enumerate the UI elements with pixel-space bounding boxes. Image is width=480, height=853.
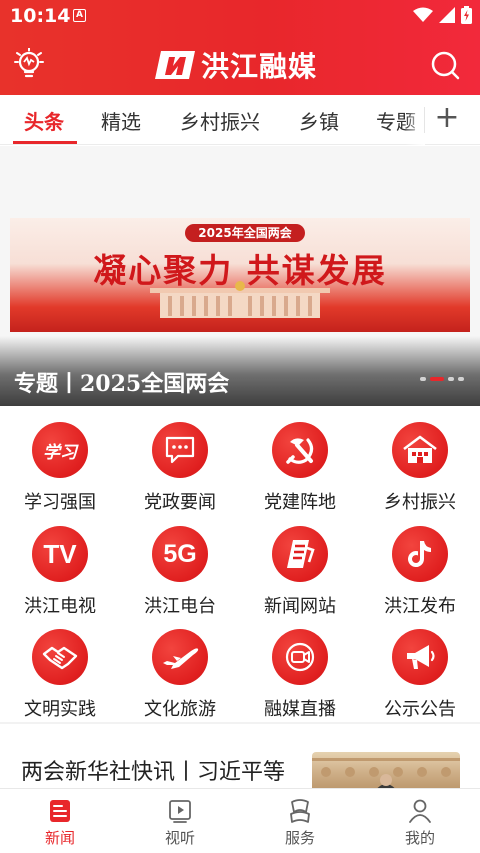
bottom-navigation: 新闻 视听 服务 我的: [0, 788, 480, 853]
nav-profile[interactable]: 我的: [360, 789, 480, 853]
nav-audio-video[interactable]: 视听: [120, 789, 240, 853]
feature-grid: 学习 学习强国 党政要闻 党建阵地 乡村振兴 TV 洪江电视 5G 洪江电台 新…: [0, 410, 480, 720]
nav-news[interactable]: 新闻: [0, 789, 120, 853]
status-time: 10:14: [10, 5, 71, 27]
carousel-dot: [458, 377, 464, 381]
chat-bubble-icon: [152, 422, 208, 478]
grid-label: 学习强国: [24, 492, 96, 513]
great-hall-illustration: [150, 281, 330, 318]
website-icon: [272, 526, 328, 582]
news-list-item[interactable]: 两会新华社快讯丨习近平等: [0, 724, 480, 788]
airplane-icon: [152, 629, 208, 685]
grid-label: 融媒直播: [264, 699, 336, 720]
app-bar: 洪江融媒: [0, 36, 480, 94]
battery-icon: [461, 6, 472, 24]
profile-icon: [409, 799, 431, 823]
grid-item-party-news[interactable]: 党政要闻: [120, 410, 240, 513]
banner-carousel[interactable]: 2025年全国两会 凝心聚力 共谋发展 专题丨2025全国两会: [0, 146, 480, 406]
grid-item-public-notice[interactable]: 公示公告: [360, 617, 480, 720]
grid-item-hongjiang-release[interactable]: 洪江发布: [360, 514, 480, 617]
grid-item-news-website[interactable]: 新闻网站: [240, 514, 360, 617]
lightbulb-icon: [14, 47, 44, 78]
banner-image: 2025年全国两会 凝心聚力 共谋发展: [10, 218, 470, 332]
house-icon: [392, 422, 448, 478]
grid-item-party-building[interactable]: 党建阵地: [240, 410, 360, 513]
grid-label: 文化旅游: [144, 699, 216, 720]
nav-label: 我的: [404, 829, 435, 847]
grid-label: 洪江发布: [384, 596, 456, 617]
5g-radio-icon: 5G: [152, 526, 208, 582]
grid-label: 洪江电视: [24, 596, 96, 617]
carousel-dot-active: [430, 377, 444, 381]
status-bar: 10:14 A: [0, 0, 480, 32]
app-logo-icon: [155, 51, 195, 79]
grid-label: 洪江电台: [144, 596, 216, 617]
grid-item-civilization-practice[interactable]: 文明实践: [0, 617, 120, 720]
grid-label: 乡村振兴: [384, 492, 456, 513]
video-play-icon: [169, 800, 191, 823]
search-button[interactable]: [430, 50, 460, 80]
carousel-dot: [448, 377, 454, 381]
grid-item-hongjiang-tv[interactable]: TV 洪江电视: [0, 514, 120, 617]
grid-item-xuexi[interactable]: 学习 学习强国: [0, 410, 120, 513]
grid-item-culture-tourism[interactable]: 文化旅游: [120, 617, 240, 720]
tabs-fade: [405, 95, 425, 145]
notification-a-icon: A: [73, 9, 86, 22]
video-camera-icon: [272, 629, 328, 685]
category-tabs: 头条 精选 乡村振兴 乡镇 专题 +: [0, 95, 480, 145]
grid-item-rural[interactable]: 乡村振兴: [360, 410, 480, 513]
megaphone-icon: [392, 629, 448, 685]
5g-icon-glyph: 5G: [163, 539, 197, 568]
app-title: 洪江融媒: [201, 50, 318, 83]
handshake-icon: [32, 629, 88, 685]
service-icon: [290, 799, 310, 823]
tab-towns[interactable]: 乡镇: [299, 106, 339, 135]
tv-icon: TV: [32, 526, 88, 582]
grid-label: 新闻网站: [264, 596, 336, 617]
tab-headlines[interactable]: 头条: [24, 106, 64, 135]
nav-label: 新闻: [44, 829, 75, 847]
signal-icon: [439, 7, 455, 23]
nav-label: 视听: [164, 829, 195, 847]
grid-item-hongjiang-radio[interactable]: 5G 洪江电台: [120, 514, 240, 617]
grid-label: 文明实践: [24, 699, 96, 720]
carousel-dot: [420, 377, 426, 381]
add-tab-button[interactable]: +: [434, 103, 460, 133]
tabs-divider: [424, 107, 425, 133]
lightbulb-button[interactable]: [13, 47, 45, 82]
nav-label: 服务: [284, 829, 315, 847]
grid-item-live-stream[interactable]: 融媒直播: [240, 617, 360, 720]
tab-rural-revitalization[interactable]: 乡村振兴: [180, 106, 260, 135]
tv-icon-glyph: TV: [43, 538, 77, 569]
grid-label: 公示公告: [384, 699, 456, 720]
xuexi-icon-glyph: 学习: [43, 442, 77, 463]
news-thumbnail-image: [312, 758, 460, 788]
news-title: 两会新华社快讯丨习近平等: [21, 760, 286, 785]
tiktok-icon: [392, 526, 448, 582]
nav-services[interactable]: 服务: [240, 789, 360, 853]
carousel-dots: [420, 377, 464, 381]
search-icon: [431, 51, 460, 80]
grid-label: 党政要闻: [144, 492, 216, 513]
news-icon: [50, 800, 70, 822]
tab-featured[interactable]: 精选: [101, 106, 141, 135]
news-thumbnail: [312, 752, 460, 788]
status-icons: [413, 6, 472, 24]
banner-caption: 专题丨2025全国两会: [14, 371, 230, 397]
xuexi-icon: 学习: [32, 422, 88, 478]
grid-label: 党建阵地: [264, 492, 336, 513]
banner-badge: 2025年全国两会: [185, 224, 305, 242]
wifi-icon: [413, 7, 433, 22]
active-tab-indicator: [13, 141, 77, 144]
app-logo: 洪江融媒: [155, 47, 317, 83]
hammer-sickle-icon: [272, 422, 328, 478]
